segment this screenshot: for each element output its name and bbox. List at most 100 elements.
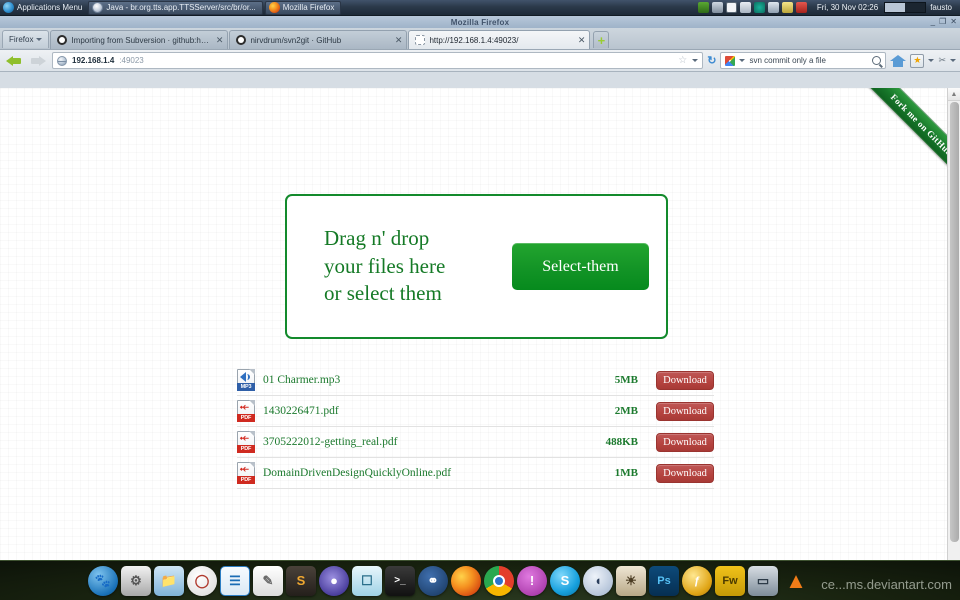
file-name: DomainDrivenDesignQuicklyOnline.pdf xyxy=(263,467,452,479)
table-row[interactable]: ⤝ PDF 1430226471.pdf 2MB Download xyxy=(237,396,714,427)
gimp-icon[interactable]: ☀ xyxy=(616,565,646,596)
github-icon xyxy=(57,35,68,45)
network-monitor-icon[interactable] xyxy=(753,2,765,13)
github-icon xyxy=(236,35,247,45)
tab-svn2git-label: nirvdrum/svn2git · GitHub xyxy=(250,35,342,45)
clock[interactable]: Fri, 30 Nov 02:26 xyxy=(811,3,884,12)
fireworks-icon[interactable]: Fw xyxy=(715,565,745,596)
bookmark-star-icon[interactable]: ☆ xyxy=(678,55,687,66)
updates-icon[interactable] xyxy=(697,2,709,13)
battery-icon[interactable] xyxy=(711,2,723,13)
search-icon[interactable] xyxy=(872,56,882,65)
taskbar-item-java[interactable]: Java - br.org.tts.app.TTSServer/src/br/o… xyxy=(88,0,263,15)
chevron-down-icon[interactable] xyxy=(950,59,956,62)
tab-fileserver-label: http://192.168.1.4:49023/ xyxy=(429,35,519,45)
chevron-down-icon[interactable] xyxy=(692,59,699,62)
back-icon[interactable] xyxy=(4,53,24,69)
taskbar-item-firefox[interactable]: Mozilla Firefox xyxy=(264,0,342,15)
close-icon[interactable]: ✕ xyxy=(393,35,403,46)
firefox-icon xyxy=(268,2,280,13)
new-tab-button[interactable]: + xyxy=(593,31,610,48)
flash-icon[interactable]: ƒ xyxy=(682,565,712,596)
trash-icon[interactable]: ⚙ xyxy=(121,565,151,596)
scroll-up-button[interactable]: ▲ xyxy=(948,88,960,101)
skype-icon[interactable]: S xyxy=(550,565,580,596)
window-titlebar: Mozilla Firefox _ ❐ ✕ xyxy=(0,16,960,28)
wifi-icon[interactable] xyxy=(767,2,779,13)
pdf-file-icon-label: PDF xyxy=(237,414,255,422)
close-icon[interactable]: ✕ xyxy=(214,35,224,46)
chevron-down-icon[interactable] xyxy=(928,59,935,62)
pidgin-icon[interactable]: ! xyxy=(517,565,547,596)
sublime-text-icon[interactable]: S xyxy=(286,565,316,596)
dropzone-line-3: or select them xyxy=(324,281,442,306)
window-controls: _ ❐ ✕ xyxy=(931,16,957,28)
bug-icon[interactable] xyxy=(795,2,807,13)
search-bar[interactable]: svn commit only a file xyxy=(720,52,887,69)
firefox-menu-button[interactable]: Firefox xyxy=(2,30,50,48)
vlc-icon[interactable]: ▲ xyxy=(781,566,811,596)
tab-github-help[interactable]: Importing from Subversion · github:help … xyxy=(50,30,229,49)
maya-icon[interactable]: ◖ xyxy=(583,565,613,596)
network-icon[interactable]: ⚭ xyxy=(418,565,448,596)
user-label[interactable]: fausto xyxy=(926,3,960,12)
tab-github-help-label: Importing from Subversion · github:help xyxy=(71,35,210,45)
clock-icon[interactable]: ◯ xyxy=(187,565,217,596)
reload-icon[interactable]: ↻ xyxy=(707,54,716,67)
tab-svn2git[interactable]: nirvdrum/svn2git · GitHub ✕ xyxy=(229,30,408,49)
file-manager-icon[interactable]: 📁 xyxy=(154,565,184,596)
desktop-top-panel: Applications Menu Java - br.org.tts.app.… xyxy=(0,0,960,16)
pdf-file-icon-label: PDF xyxy=(237,476,255,484)
tab-fileserver[interactable]: http://192.168.1.4:49023/ ✕ xyxy=(408,30,591,49)
minimize-button[interactable]: _ xyxy=(931,18,935,26)
dropzone-line-2: your files here xyxy=(324,253,446,278)
table-row[interactable]: ⤝ PDF DomainDrivenDesignQuicklyOnline.pd… xyxy=(237,458,714,489)
tools-icon[interactable]: ✂ xyxy=(938,55,946,66)
table-row[interactable]: MP3 01 Charmer.mp3 5MB Download xyxy=(237,365,714,396)
table-row[interactable]: ⤝ PDF 3705222012-getting_real.pdf 488KB … xyxy=(237,427,714,458)
home-icon[interactable] xyxy=(890,54,907,68)
mp3-file-icon-label: MP3 xyxy=(237,383,255,391)
file-dropzone[interactable]: Drag n' drop your files here or select t… xyxy=(285,194,668,339)
close-button[interactable]: ✕ xyxy=(950,18,957,26)
file-size: 488KB xyxy=(605,436,638,448)
file-name: 3705222012-getting_real.pdf xyxy=(263,436,398,448)
file-size: 2MB xyxy=(614,405,638,417)
bookmarks-icon[interactable]: ★ xyxy=(910,53,925,68)
text-editor-icon[interactable]: ✎ xyxy=(253,565,283,596)
pdf-file-icon: ⤝ PDF xyxy=(237,431,255,453)
close-icon[interactable]: ✕ xyxy=(576,35,586,46)
window-manager-icon[interactable]: ▭ xyxy=(748,565,778,596)
terminal-icon[interactable]: >_ xyxy=(385,565,415,596)
photoshop-icon[interactable]: Ps xyxy=(649,565,679,596)
maximize-button[interactable]: ❐ xyxy=(939,18,946,26)
firefox-icon[interactable] xyxy=(451,565,481,596)
search-input[interactable]: svn commit only a file xyxy=(749,56,868,65)
applications-menu-button[interactable]: Applications Menu xyxy=(0,0,88,16)
mail-icon[interactable] xyxy=(725,2,737,13)
virtualbox-icon[interactable]: ☐ xyxy=(352,565,382,596)
scrollbar-thumb[interactable] xyxy=(950,102,959,542)
file-size: 5MB xyxy=(614,374,638,386)
notes-icon[interactable] xyxy=(781,2,793,13)
github-fork-ribbon[interactable]: Fork me on GitHub xyxy=(835,88,960,213)
volume-muted-icon[interactable] xyxy=(739,2,751,13)
select-files-button[interactable]: Select-them xyxy=(512,243,649,290)
mouse-settings-icon[interactable]: 🐾 xyxy=(88,565,118,596)
eclipse-icon[interactable]: ● xyxy=(319,565,349,596)
page-viewport: Fork me on GitHub Drag n' drop your file… xyxy=(0,88,960,576)
download-button[interactable]: Download xyxy=(656,370,714,390)
globe-icon xyxy=(57,55,67,66)
wallpaper-watermark: ce...ms.deviantart.com xyxy=(821,577,952,592)
file-name: 01 Charmer.mp3 xyxy=(263,374,341,386)
chrome-icon[interactable] xyxy=(484,565,514,596)
download-button[interactable]: Download xyxy=(656,401,714,421)
chevron-down-icon[interactable] xyxy=(739,59,746,62)
url-bar[interactable]: 192.168.1.4 :49023 ☆ xyxy=(52,52,704,69)
vertical-scrollbar[interactable]: ▲ xyxy=(947,88,960,576)
libreoffice-writer-icon[interactable]: ☰ xyxy=(220,565,250,596)
workspace-switcher[interactable] xyxy=(884,2,927,13)
download-button[interactable]: Download xyxy=(656,463,714,483)
download-button[interactable]: Download xyxy=(656,432,714,452)
google-icon[interactable] xyxy=(725,55,736,66)
